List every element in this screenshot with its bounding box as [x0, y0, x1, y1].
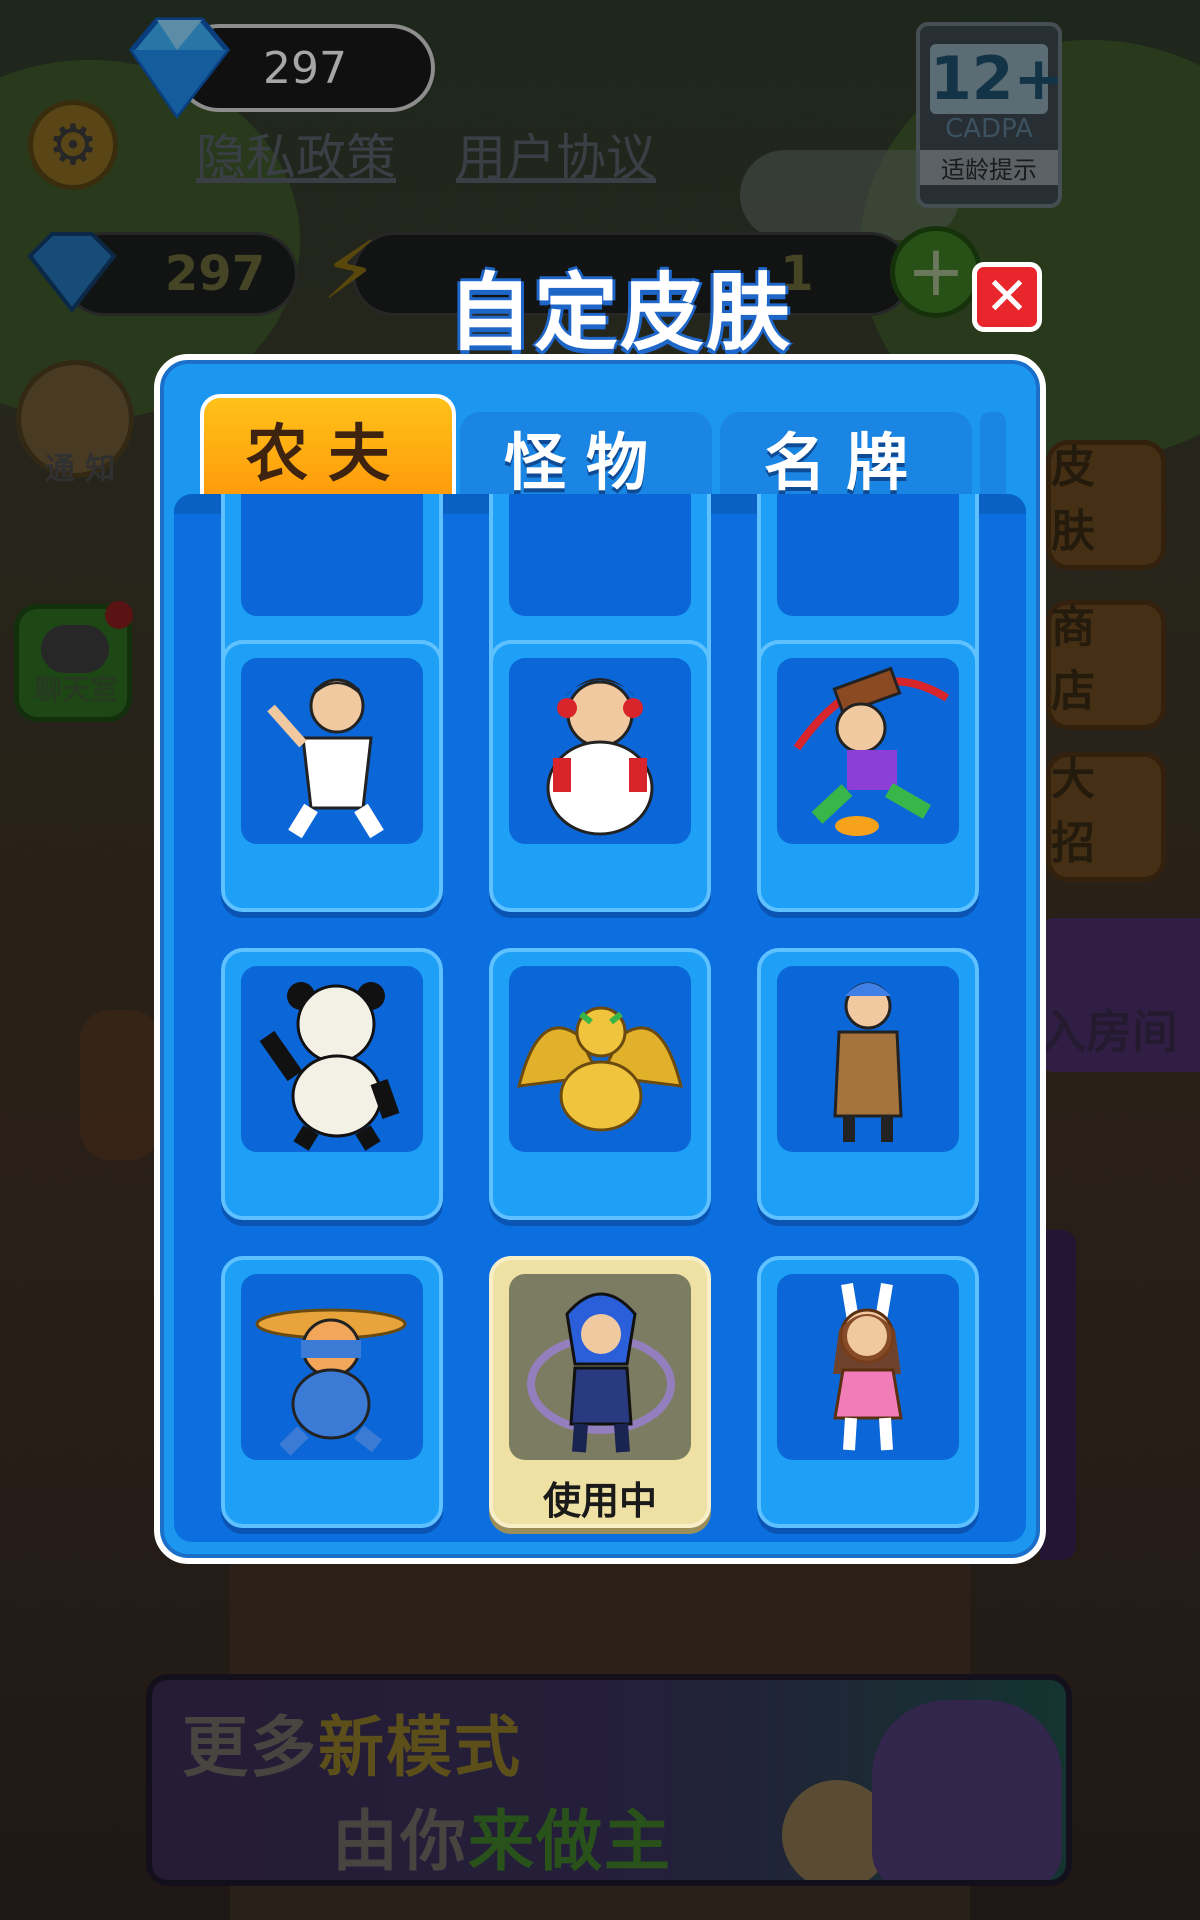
- skin-card[interactable]: [757, 948, 979, 1220]
- skin-card[interactable]: [489, 640, 711, 912]
- opera-lady-icon: [509, 658, 691, 844]
- skin-card[interactable]: [757, 640, 979, 912]
- coat-man-icon: [777, 966, 959, 1152]
- skin-card[interactable]: [489, 948, 711, 1220]
- bunny-girl-icon: [777, 1274, 959, 1460]
- tab-overflow-stub: [980, 412, 1006, 502]
- skin-card[interactable]: [757, 1256, 979, 1528]
- skin-card[interactable]: [221, 640, 443, 912]
- golden-dragon-icon: [509, 966, 691, 1152]
- skin-thumb: [777, 494, 959, 616]
- panda-meme-icon: [241, 966, 423, 1152]
- farmer-boy-icon: [241, 1274, 423, 1460]
- close-icon[interactable]: ✕: [972, 262, 1042, 332]
- blue-swordsman-icon: [509, 1274, 691, 1460]
- skin-card[interactable]: [221, 1256, 443, 1528]
- tab-monster[interactable]: 怪物: [460, 412, 712, 502]
- hammer-boy-icon: [777, 658, 959, 844]
- kungfu-man-icon: [241, 658, 423, 844]
- skin-card[interactable]: [221, 948, 443, 1220]
- skin-thumb: [509, 494, 691, 616]
- skin-card-selected[interactable]: 使用中: [489, 1256, 711, 1528]
- tab-nameplate[interactable]: 名牌: [720, 412, 972, 502]
- skin-grid[interactable]: 使用中: [174, 494, 1026, 1542]
- skin-thumb: [241, 494, 423, 616]
- modal-title: 自定皮肤: [448, 264, 793, 362]
- in-use-label: 使用中: [542, 1479, 657, 1523]
- tab-farmer[interactable]: 农夫: [200, 394, 456, 498]
